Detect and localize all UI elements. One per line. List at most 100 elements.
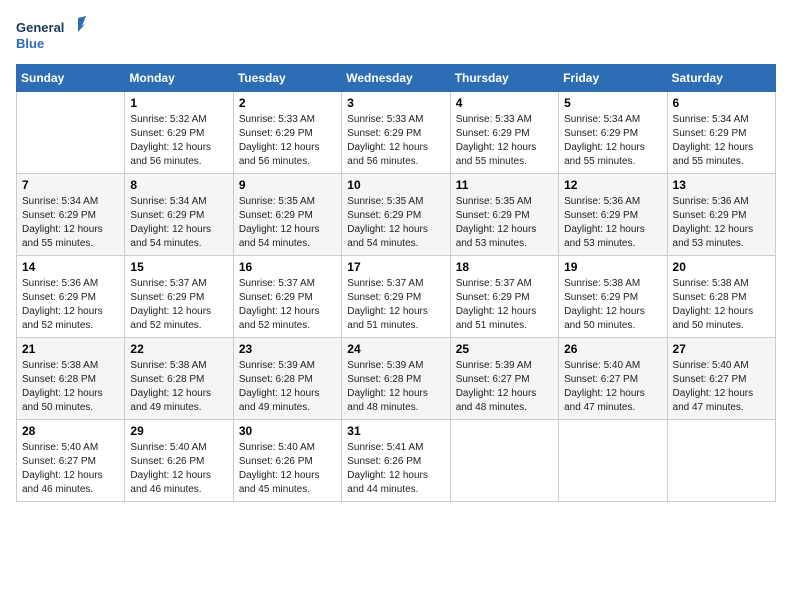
calendar-day-cell: 8 Sunrise: 5:34 AM Sunset: 6:29 PM Daylig… bbox=[125, 174, 233, 256]
day-number: 25 bbox=[456, 342, 553, 356]
calendar-day-cell: 14 Sunrise: 5:36 AM Sunset: 6:29 PM Dayli… bbox=[17, 256, 125, 338]
day-number: 20 bbox=[673, 260, 770, 274]
day-number: 13 bbox=[673, 178, 770, 192]
logo: General Blue bbox=[16, 16, 86, 56]
day-number: 28 bbox=[22, 424, 119, 438]
day-info: Sunrise: 5:39 AM Sunset: 6:28 PM Dayligh… bbox=[347, 359, 444, 415]
calendar-day-cell: 9Sunrise: 5:35 AM Sunset: 6:29 PM Daylig… bbox=[233, 174, 341, 256]
calendar-week-row: 7 Sunrise: 5:34 AM Sunset: 6:29 PM Daylig… bbox=[17, 174, 776, 256]
day-info: Sunrise: 5:37 AM Sunset: 6:29 PM Dayligh… bbox=[130, 277, 227, 333]
day-info: Sunrise: 5:37 AM Sunset: 6:29 PM Dayligh… bbox=[239, 277, 336, 333]
day-number: 22 bbox=[130, 342, 227, 356]
day-number: 31 bbox=[347, 424, 444, 438]
day-number: 19 bbox=[564, 260, 661, 274]
calendar-week-row: 28 Sunrise: 5:40 AM Sunset: 6:27 PM Dayli… bbox=[17, 420, 776, 502]
calendar-day-cell: 1 Sunrise: 5:32 AM Sunset: 6:29 PM Daylig… bbox=[125, 92, 233, 174]
calendar-day-cell: 26 Sunrise: 5:40 AM Sunset: 6:27 PM Dayli… bbox=[559, 338, 667, 420]
day-number: 30 bbox=[239, 424, 336, 438]
day-number: 7 bbox=[22, 178, 119, 192]
calendar-day-cell: 15 Sunrise: 5:37 AM Sunset: 6:29 PM Dayli… bbox=[125, 256, 233, 338]
calendar-day-cell: 30 Sunrise: 5:40 AM Sunset: 6:26 PM Dayli… bbox=[233, 420, 341, 502]
day-info: Sunrise: 5:34 AM Sunset: 6:29 PM Dayligh… bbox=[564, 113, 661, 169]
day-info: Sunrise: 5:33 AM Sunset: 6:29 PM Dayligh… bbox=[239, 113, 336, 169]
day-info: Sunrise: 5:36 AM Sunset: 6:29 PM Dayligh… bbox=[22, 277, 119, 333]
day-number: 5 bbox=[564, 96, 661, 110]
day-info: Sunrise: 5:34 AM Sunset: 6:29 PM Dayligh… bbox=[130, 195, 227, 251]
day-number: 9 bbox=[239, 178, 336, 192]
day-info: Sunrise: 5:33 AM Sunset: 6:29 PM Dayligh… bbox=[347, 113, 444, 169]
calendar-day-cell bbox=[450, 420, 558, 502]
day-info: Sunrise: 5:39 AM Sunset: 6:27 PM Dayligh… bbox=[456, 359, 553, 415]
calendar-day-cell: 31 Sunrise: 5:41 AM Sunset: 6:26 PM Dayli… bbox=[342, 420, 450, 502]
calendar-day-cell: 3 Sunrise: 5:33 AM Sunset: 6:29 PM Daylig… bbox=[342, 92, 450, 174]
day-number: 17 bbox=[347, 260, 444, 274]
day-info: Sunrise: 5:39 AM Sunset: 6:28 PM Dayligh… bbox=[239, 359, 336, 415]
page-header: General Blue bbox=[16, 16, 776, 56]
day-of-week-header: Sunday bbox=[17, 65, 125, 92]
calendar-week-row: 14 Sunrise: 5:36 AM Sunset: 6:29 PM Dayli… bbox=[17, 256, 776, 338]
day-number: 24 bbox=[347, 342, 444, 356]
svg-text:General: General bbox=[16, 20, 64, 35]
day-number: 10 bbox=[347, 178, 444, 192]
day-info: Sunrise: 5:41 AM Sunset: 6:26 PM Dayligh… bbox=[347, 441, 444, 497]
day-of-week-header: Thursday bbox=[450, 65, 558, 92]
calendar-day-cell: 20 Sunrise: 5:38 AM Sunset: 6:28 PM Dayli… bbox=[667, 256, 775, 338]
day-number: 3 bbox=[347, 96, 444, 110]
calendar-day-cell: 28 Sunrise: 5:40 AM Sunset: 6:27 PM Dayli… bbox=[17, 420, 125, 502]
day-info: Sunrise: 5:38 AM Sunset: 6:28 PM Dayligh… bbox=[673, 277, 770, 333]
day-number: 14 bbox=[22, 260, 119, 274]
day-number: 27 bbox=[673, 342, 770, 356]
day-number: 2 bbox=[239, 96, 336, 110]
calendar-day-cell: 22 Sunrise: 5:38 AM Sunset: 6:28 PM Dayli… bbox=[125, 338, 233, 420]
calendar-day-cell: 23Sunrise: 5:39 AM Sunset: 6:28 PM Dayli… bbox=[233, 338, 341, 420]
calendar-day-cell: 17Sunrise: 5:37 AM Sunset: 6:29 PM Dayli… bbox=[342, 256, 450, 338]
day-info: Sunrise: 5:40 AM Sunset: 6:26 PM Dayligh… bbox=[239, 441, 336, 497]
calendar-week-row: 21 Sunrise: 5:38 AM Sunset: 6:28 PM Dayli… bbox=[17, 338, 776, 420]
day-of-week-header: Wednesday bbox=[342, 65, 450, 92]
day-of-week-header: Tuesday bbox=[233, 65, 341, 92]
day-number: 8 bbox=[130, 178, 227, 192]
day-number: 4 bbox=[456, 96, 553, 110]
day-info: Sunrise: 5:40 AM Sunset: 6:27 PM Dayligh… bbox=[564, 359, 661, 415]
day-info: Sunrise: 5:40 AM Sunset: 6:27 PM Dayligh… bbox=[22, 441, 119, 497]
day-number: 16 bbox=[239, 260, 336, 274]
calendar-day-cell: 19 Sunrise: 5:38 AM Sunset: 6:29 PM Dayli… bbox=[559, 256, 667, 338]
day-info: Sunrise: 5:36 AM Sunset: 6:29 PM Dayligh… bbox=[564, 195, 661, 251]
calendar-day-cell bbox=[559, 420, 667, 502]
calendar-day-cell bbox=[17, 92, 125, 174]
day-number: 18 bbox=[456, 260, 553, 274]
day-info: Sunrise: 5:34 AM Sunset: 6:29 PM Dayligh… bbox=[673, 113, 770, 169]
day-number: 1 bbox=[130, 96, 227, 110]
calendar-day-cell: 2 Sunrise: 5:33 AM Sunset: 6:29 PM Daylig… bbox=[233, 92, 341, 174]
day-of-week-header: Friday bbox=[559, 65, 667, 92]
calendar-day-cell: 25 Sunrise: 5:39 AM Sunset: 6:27 PM Dayli… bbox=[450, 338, 558, 420]
day-info: Sunrise: 5:38 AM Sunset: 6:28 PM Dayligh… bbox=[130, 359, 227, 415]
calendar-day-cell: 7Sunrise: 5:34 AM Sunset: 6:29 PM Daylig… bbox=[17, 174, 125, 256]
logo-icon: General Blue bbox=[16, 16, 86, 56]
calendar-table: SundayMondayTuesdayWednesdayThursdayFrid… bbox=[16, 64, 776, 502]
calendar-day-cell: 18Sunrise: 5:37 AM Sunset: 6:29 PM Dayli… bbox=[450, 256, 558, 338]
calendar-day-cell: 13 Sunrise: 5:36 AM Sunset: 6:29 PM Dayli… bbox=[667, 174, 775, 256]
day-info: Sunrise: 5:40 AM Sunset: 6:26 PM Dayligh… bbox=[130, 441, 227, 497]
svg-text:Blue: Blue bbox=[16, 36, 44, 51]
day-number: 29 bbox=[130, 424, 227, 438]
day-number: 15 bbox=[130, 260, 227, 274]
day-info: Sunrise: 5:38 AM Sunset: 6:29 PM Dayligh… bbox=[564, 277, 661, 333]
day-info: Sunrise: 5:38 AM Sunset: 6:28 PM Dayligh… bbox=[22, 359, 119, 415]
day-number: 12 bbox=[564, 178, 661, 192]
day-info: Sunrise: 5:32 AM Sunset: 6:29 PM Dayligh… bbox=[130, 113, 227, 169]
calendar-day-cell: 12 Sunrise: 5:36 AM Sunset: 6:29 PM Dayli… bbox=[559, 174, 667, 256]
day-info: Sunrise: 5:40 AM Sunset: 6:27 PM Dayligh… bbox=[673, 359, 770, 415]
calendar-day-cell: 21 Sunrise: 5:38 AM Sunset: 6:28 PM Dayli… bbox=[17, 338, 125, 420]
day-number: 11 bbox=[456, 178, 553, 192]
day-info: Sunrise: 5:36 AM Sunset: 6:29 PM Dayligh… bbox=[673, 195, 770, 251]
calendar-header-row: SundayMondayTuesdayWednesdayThursdayFrid… bbox=[17, 65, 776, 92]
calendar-day-cell: 11 Sunrise: 5:35 AM Sunset: 6:29 PM Dayli… bbox=[450, 174, 558, 256]
calendar-day-cell: 5 Sunrise: 5:34 AM Sunset: 6:29 PM Daylig… bbox=[559, 92, 667, 174]
day-number: 26 bbox=[564, 342, 661, 356]
calendar-week-row: 1 Sunrise: 5:32 AM Sunset: 6:29 PM Daylig… bbox=[17, 92, 776, 174]
day-number: 6 bbox=[673, 96, 770, 110]
day-of-week-header: Saturday bbox=[667, 65, 775, 92]
day-number: 21 bbox=[22, 342, 119, 356]
day-info: Sunrise: 5:35 AM Sunset: 6:29 PM Dayligh… bbox=[456, 195, 553, 251]
